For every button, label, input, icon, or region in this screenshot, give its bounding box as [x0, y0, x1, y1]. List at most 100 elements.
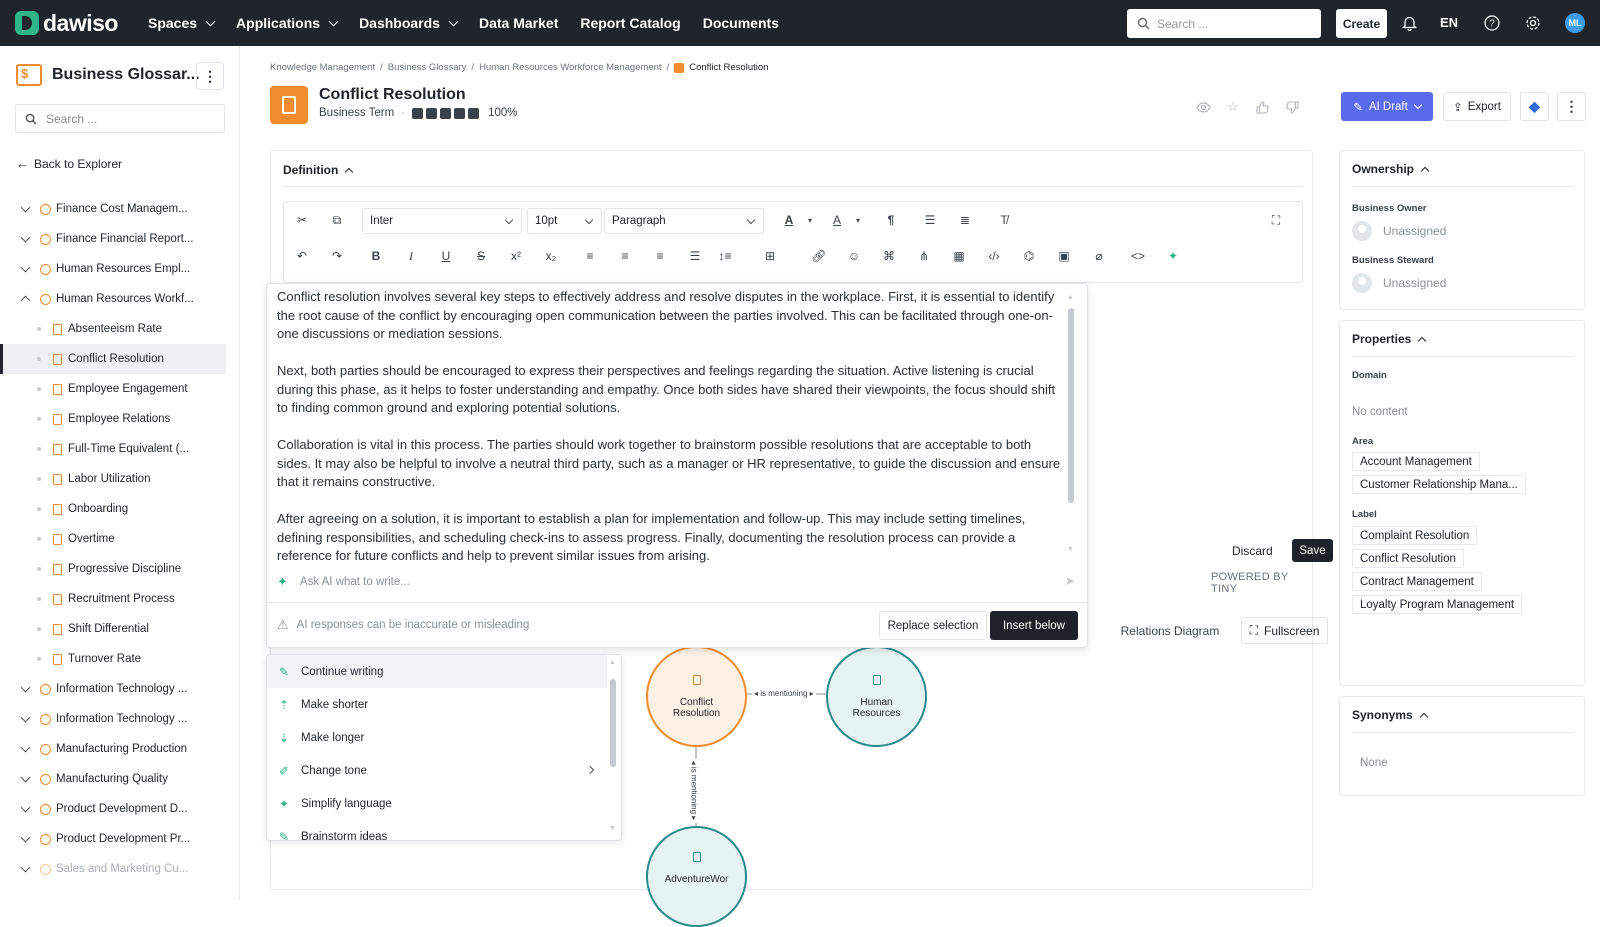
area-tag[interactable]: Account Management	[1352, 452, 1480, 471]
sidebar-search-input[interactable]: Search ...	[15, 104, 225, 133]
tree-term-item[interactable]: Labor Utilization	[0, 464, 226, 494]
area-tag[interactable]: Customer Relationship Mana...	[1352, 475, 1526, 494]
synonyms-header[interactable]: Synonyms	[1352, 708, 1428, 722]
chevron-down-icon[interactable]	[20, 742, 31, 752]
tree-group-item[interactable]: Manufacturing Quality	[0, 764, 226, 794]
cut-icon[interactable]: ✂	[292, 210, 312, 230]
create-button[interactable]: Create	[1336, 9, 1387, 38]
chevron-down-icon[interactable]	[20, 682, 31, 692]
tree-group-item[interactable]: Human Resources Empl...	[0, 254, 226, 284]
chevron-down-icon[interactable]	[20, 832, 31, 842]
thumbs-up-icon[interactable]	[1254, 99, 1270, 115]
ai-draft-button[interactable]: ✎ AI Draft	[1341, 92, 1433, 121]
tree-group-item[interactable]: Product Development D...	[0, 794, 226, 824]
save-button[interactable]: Save	[1292, 539, 1333, 562]
bell-icon[interactable]	[1400, 14, 1418, 32]
menu-item-continue-writing[interactable]: ✎ Continue writing	[267, 655, 607, 688]
tree-term-item[interactable]: Full-Time Equivalent (...	[0, 434, 226, 464]
fullscreen-button[interactable]: ⛶ Fullscreen	[1241, 617, 1328, 644]
dawiso-logo[interactable]: dawiso	[15, 10, 130, 37]
font-size-select[interactable]: 10pt	[527, 208, 602, 234]
chevron-down-icon[interactable]	[20, 232, 31, 242]
clear-formatting-icon[interactable]: T̸	[994, 210, 1014, 230]
scroll-down-icon[interactable]: ▼	[1067, 546, 1074, 553]
bullet-list-icon[interactable]: ☰	[920, 210, 940, 230]
chevron-down-icon[interactable]	[20, 262, 31, 272]
tree-term-item[interactable]: Overtime	[0, 524, 226, 554]
definition-header[interactable]: Definition	[283, 163, 354, 177]
tree-group-item[interactable]: Sales and Marketing Cu...	[0, 854, 226, 884]
business-steward-value[interactable]: Unassigned	[1352, 273, 1446, 293]
tree-term-item[interactable]: Employee Engagement	[0, 374, 226, 404]
code-inline-icon[interactable]: ‹/›	[984, 246, 1004, 266]
align-right-icon[interactable]: ≡	[650, 246, 670, 266]
tree-group-item[interactable]: Finance Financial Report...	[0, 224, 226, 254]
insert-below-button[interactable]: Insert below	[990, 611, 1078, 640]
ai-panel-scrollbar[interactable]: ▲ ▼	[1067, 294, 1075, 556]
chevron-down-icon[interactable]	[20, 862, 31, 872]
tree-group-item[interactable]: Product Development Pr...	[0, 824, 226, 854]
relation-icon[interactable]: ⌬	[1019, 246, 1039, 266]
table-icon[interactable]: ▦	[949, 246, 969, 266]
justify-icon[interactable]: ☰	[685, 246, 705, 266]
italic-icon[interactable]: I	[401, 246, 421, 266]
menu-item-simplify-language[interactable]: ✦ Simplify language	[267, 787, 607, 820]
breadcrumb-item[interactable]: Knowledge Management	[270, 62, 375, 73]
chevron-down-icon[interactable]	[20, 712, 31, 722]
fullscreen-icon[interactable]: ⛶	[1266, 210, 1286, 230]
tree-term-item[interactable]: Progressive Discipline	[0, 554, 226, 584]
source-code-icon[interactable]: <>	[1128, 246, 1148, 266]
scroll-down-icon[interactable]: ▼	[609, 825, 616, 832]
highlight-color-icon[interactable]: A	[827, 210, 847, 230]
tree-group-item[interactable]: Information Technology ...	[0, 674, 226, 704]
align-left-icon[interactable]: ≡	[580, 246, 600, 266]
numbered-list-icon[interactable]: ≣	[955, 210, 975, 230]
menu-item-brainstorm-ideas[interactable]: ✎ Brainstorm ideas	[267, 820, 607, 841]
ownership-header[interactable]: Ownership	[1352, 162, 1430, 176]
tree-group-item[interactable]: Human Resources Workf...	[0, 284, 226, 314]
menu-item-make-shorter[interactable]: ⇡ Make shorter	[267, 688, 607, 721]
menu-scrollbar[interactable]: ▲ ▼	[609, 659, 617, 837]
undo-icon[interactable]: ↶	[292, 246, 312, 266]
business-owner-value[interactable]: Unassigned	[1352, 221, 1446, 241]
image-icon[interactable]: ▣	[1054, 246, 1074, 266]
tree-term-item[interactable]: Recruitment Process	[0, 584, 226, 614]
insert-template-icon[interactable]: ⊞	[760, 246, 780, 266]
nav-spaces[interactable]: Spaces	[148, 15, 216, 31]
underline-icon[interactable]: U	[436, 246, 456, 266]
tree-term-item[interactable]: Employee Relations	[0, 404, 226, 434]
superscript-icon[interactable]: x²	[506, 246, 526, 266]
menu-item-change-tone[interactable]: ✐ Change tone	[267, 754, 607, 787]
nav-dashboards[interactable]: Dashboards	[359, 15, 459, 31]
user-avatar[interactable]: ML	[1565, 13, 1585, 33]
line-height-icon[interactable]: ↕≡	[715, 246, 735, 266]
diagram-node-adventureworks[interactable]: AdventureWor	[646, 826, 747, 927]
relations-diagram-tab[interactable]: Relations Diagram	[1111, 617, 1229, 644]
breadcrumb-item[interactable]: Human Resources Workforce Management	[479, 62, 662, 73]
scroll-up-icon[interactable]: ▲	[1067, 294, 1074, 301]
link-icon[interactable]: 🔗︎	[809, 246, 829, 266]
discard-button[interactable]: Discard	[1232, 544, 1273, 558]
share-icon[interactable]: ⋔	[914, 246, 934, 266]
menu-item-make-longer[interactable]: ⇣ Make longer	[267, 721, 607, 754]
label-tag[interactable]: Contract Management	[1352, 572, 1482, 591]
strikethrough-icon[interactable]: S	[471, 246, 491, 266]
chevron-down-icon[interactable]: ▾	[848, 210, 868, 230]
export-button[interactable]: ⇪ Export	[1443, 92, 1511, 121]
scroll-up-icon[interactable]: ▲	[609, 659, 616, 666]
back-to-explorer-link[interactable]: ← Back to Explorer	[16, 156, 122, 171]
tree-group-item[interactable]: Finance Cost Managem...	[0, 194, 226, 224]
thumbs-down-icon[interactable]	[1284, 99, 1300, 115]
chevron-down-icon[interactable]	[20, 772, 31, 782]
emoji-icon[interactable]: ☺	[844, 246, 864, 266]
ai-assistant-icon[interactable]: ✦	[1163, 246, 1183, 266]
label-tag[interactable]: Conflict Resolution	[1352, 549, 1464, 568]
attachment-icon[interactable]: ⌀	[1089, 246, 1109, 266]
scrollbar-thumb[interactable]	[1068, 308, 1074, 503]
tree-group-item[interactable]: Manufacturing Production	[0, 734, 226, 764]
gear-icon[interactable]	[1524, 14, 1542, 32]
special-chars-icon[interactable]: ⌘	[879, 246, 899, 266]
tree-term-item[interactable]: Absenteeism Rate	[0, 314, 226, 344]
copy-icon[interactable]: ⧉	[327, 210, 347, 230]
redo-icon[interactable]: ↷	[327, 246, 347, 266]
